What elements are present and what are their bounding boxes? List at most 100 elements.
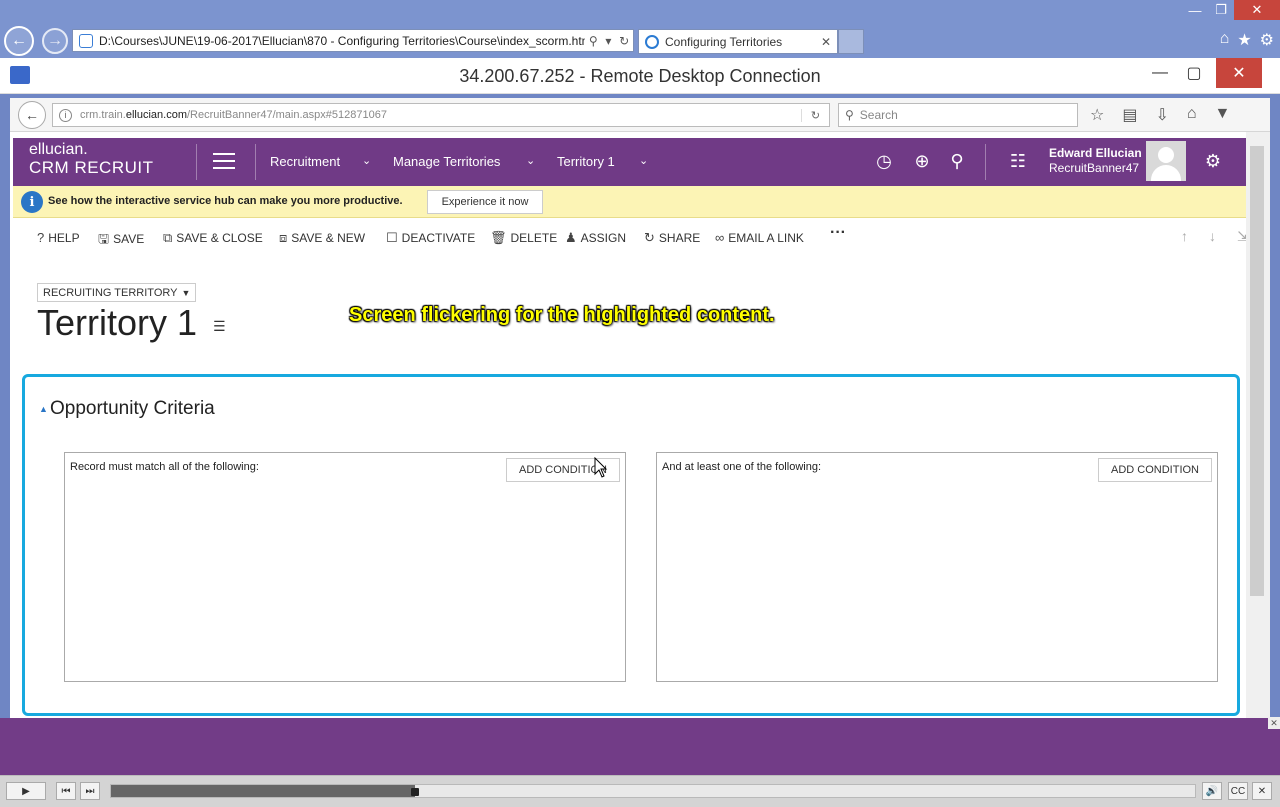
save-new-button[interactable]: ⧈ SAVE & NEW <box>279 230 365 246</box>
new-tab-button[interactable] <box>838 29 864 54</box>
progress-fill <box>111 785 415 797</box>
panel-caption: And at least one of the following: <box>662 461 821 473</box>
url-prefix: crm.train. <box>80 109 126 121</box>
save-new-icon: ⧈ <box>279 230 288 245</box>
bookmark-star-icon[interactable]: ☆ <box>1090 105 1104 125</box>
help-icon: ? <box>37 230 45 245</box>
collapse-triangle-icon[interactable]: ▲ <box>39 404 48 414</box>
close-icon[interactable]: ✕ <box>1268 717 1280 729</box>
search-icon: ⚲ <box>845 108 854 122</box>
record-menu-icon[interactable]: ☰ <box>213 318 226 335</box>
footer-strip <box>0 718 1280 775</box>
progress-knob[interactable] <box>410 788 419 796</box>
home-icon[interactable]: ⌂ <box>1220 30 1230 50</box>
avatar[interactable] <box>1146 141 1186 181</box>
share-icon: ↻ <box>644 230 655 245</box>
add-condition-button[interactable]: ADD CONDITION <box>1098 458 1212 482</box>
vertical-scrollbar[interactable] <box>1246 132 1270 718</box>
url-bar[interactable]: i crm.train.ellucian.com/RecruitBanner47… <box>52 103 830 127</box>
recent-clock-icon[interactable]: ◷ <box>872 149 896 173</box>
section-title[interactable]: Opportunity Criteria <box>50 398 215 420</box>
share-button[interactable]: ↻ SHARE <box>644 230 700 246</box>
media-player-bar: ▶ ⏮ ⏭ 🔊 CC ✕ <box>0 775 1280 807</box>
close-icon[interactable]: ✕ <box>1216 58 1262 88</box>
close-icon[interactable]: ✕ <box>1234 0 1280 20</box>
close-icon[interactable]: ✕ <box>1252 782 1272 800</box>
ie-forward-button[interactable]: → <box>42 28 68 54</box>
expand-icon[interactable]: ⇲ <box>1237 228 1246 245</box>
deactivate-button[interactable]: ☐ DEACTIVATE <box>386 230 475 246</box>
restore-icon[interactable]: ❐ <box>1208 0 1234 20</box>
brand-logo[interactable]: ellucian. CRM RECRUIT <box>29 141 154 177</box>
previous-icon[interactable]: ⏮ <box>56 782 76 800</box>
search-input[interactable]: ⚲ Search <box>838 103 1078 127</box>
page-icon <box>79 33 93 48</box>
browser-toolbar: ← i crm.train.ellucian.com/RecruitBanner… <box>10 98 1270 132</box>
chevron-down-icon[interactable]: ⌄ <box>639 154 648 167</box>
rdp-title: 34.200.67.252 - Remote Desktop Connectio… <box>459 66 821 86</box>
volume-icon[interactable]: 🔊 <box>1202 782 1222 800</box>
ie-address-bar[interactable]: D:\Courses\JUNE\19-06-2017\Ellucian\870 … <box>72 29 634 52</box>
progress-bar[interactable] <box>110 784 1196 798</box>
maximize-icon[interactable]: ▢ <box>1180 58 1208 88</box>
back-button[interactable]: ← <box>18 101 46 129</box>
home-icon[interactable]: ⌂ <box>1187 105 1197 125</box>
info-icon[interactable]: i <box>59 108 72 122</box>
reload-icon[interactable]: ↻ <box>801 108 829 122</box>
ie-tab-title: Configuring Territories <box>665 34 783 49</box>
search-icon[interactable]: ⚲ <box>589 34 598 48</box>
menu-hamburger-icon[interactable] <box>213 153 235 169</box>
close-tab-icon[interactable]: ✕ <box>821 35 831 49</box>
experience-it-now-button[interactable]: Experience it now <box>427 190 543 214</box>
notification-message: See how the interactive service hub can … <box>48 195 403 207</box>
play-icon[interactable]: ▶ <box>6 782 46 800</box>
download-icon[interactable]: ⇩ <box>1155 105 1168 125</box>
save-button[interactable]: 🖫 SAVE <box>98 230 144 252</box>
url-domain: ellucian.com <box>125 109 187 121</box>
favorites-star-icon[interactable]: ★ <box>1237 30 1251 50</box>
notification-bar: i See how the interactive service hub ca… <box>13 186 1246 218</box>
url-path: /RecruitBanner47/main.aspx#512871067 <box>186 109 387 121</box>
closed-captions-icon[interactable]: CC <box>1228 782 1248 800</box>
assign-button[interactable]: ♟ ASSIGN <box>565 230 626 246</box>
ie-back-button[interactable]: ← <box>4 26 34 56</box>
arrow-down-icon[interactable]: ↓ <box>1209 228 1216 244</box>
advanced-find-icon[interactable]: ☷ <box>1006 149 1030 173</box>
refresh-icon[interactable]: ↻ <box>619 34 629 48</box>
user-info[interactable]: Edward Ellucian RecruitBanner47 <box>1049 146 1142 176</box>
save-close-button[interactable]: ⧉ SAVE & CLOSE <box>163 230 263 246</box>
nav-manage-territories[interactable]: Manage Territories <box>393 154 500 169</box>
more-commands-icon[interactable]: ··· <box>830 224 846 242</box>
entity-form-selector[interactable]: RECRUITING TERRITORY ▼ <box>37 283 197 302</box>
delete-button[interactable]: 🗑 DELETE <box>490 230 557 246</box>
ie-tab[interactable]: Configuring Territories ✕ <box>638 29 838 54</box>
scrollbar-thumb[interactable] <box>1250 146 1264 596</box>
assign-users-icon: ♟ <box>565 230 577 245</box>
page-title: Territory 1 <box>37 302 198 343</box>
help-button[interactable]: ? HELP <box>37 230 80 245</box>
minimize-icon[interactable]: — <box>1146 58 1174 88</box>
arrow-up-icon[interactable]: ↑ <box>1181 228 1188 244</box>
reading-list-icon[interactable]: ▤ <box>1122 105 1137 125</box>
chevron-down-icon[interactable]: ⌄ <box>362 154 371 167</box>
settings-gear-icon[interactable]: ⚙ <box>1201 149 1225 173</box>
settings-gear-icon[interactable]: ⚙ <box>1260 30 1274 50</box>
ie-address-text: D:\Courses\JUNE\19-06-2017\Ellucian\870 … <box>99 33 585 48</box>
email-link-button[interactable]: ∞ EMAIL A LINK <box>715 230 804 245</box>
minimize-icon[interactable]: — <box>1182 0 1208 20</box>
create-plus-icon[interactable]: ⊕ <box>910 149 934 173</box>
nav-territory-1[interactable]: Territory 1 <box>557 154 615 169</box>
dropdown-icon[interactable]: ▾ <box>605 34 611 48</box>
ie-window-controls: — ❐ ✕ <box>1182 0 1280 20</box>
pocket-icon[interactable]: ▼ <box>1215 105 1231 125</box>
chevron-down-icon[interactable]: ⌄ <box>526 154 535 167</box>
save-close-icon: ⧉ <box>163 230 173 245</box>
link-icon: ∞ <box>715 230 725 245</box>
entity-selector-label: RECRUITING TERRITORY <box>43 286 178 299</box>
next-icon[interactable]: ⏭ <box>80 782 100 800</box>
search-icon[interactable]: ⚲ <box>945 149 969 173</box>
nav-recruitment[interactable]: Recruitment <box>270 154 340 169</box>
info-icon: i <box>21 191 43 213</box>
command-bar: ? HELP 🖫 SAVE ⧉ SAVE & CLOSE ⧈ SAVE & NEW ☐ D… <box>13 218 1246 258</box>
search-placeholder: Search <box>859 108 898 122</box>
